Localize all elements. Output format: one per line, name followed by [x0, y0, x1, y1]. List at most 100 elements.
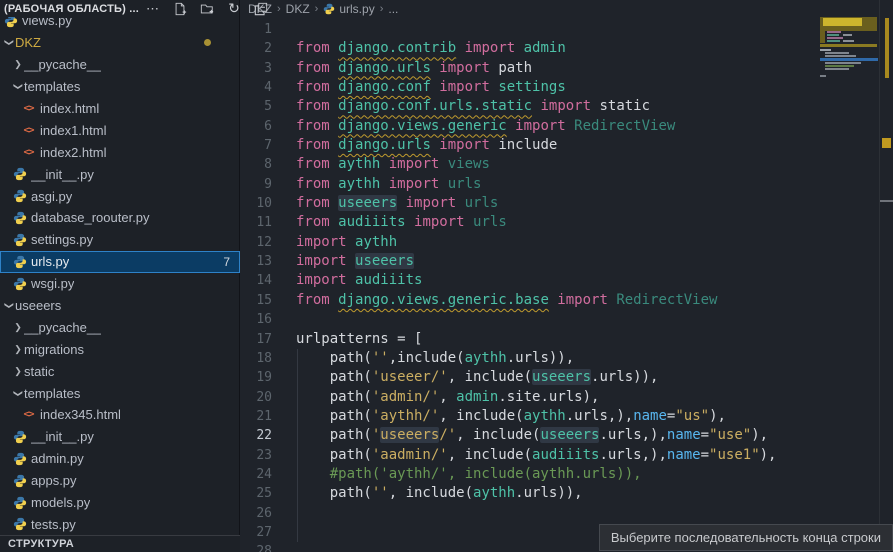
- tree-item-wsgi-py[interactable]: wsgi.py: [0, 273, 240, 295]
- minimap-bar: [820, 44, 877, 47]
- tree-item-label: settings.py: [31, 232, 93, 247]
- tree-item-tests-py[interactable]: tests.py: [0, 513, 240, 535]
- tree-item-settings-py[interactable]: settings.py: [0, 229, 240, 251]
- code-token: "us": [675, 408, 709, 424]
- tree-item-static[interactable]: ❯static: [0, 360, 240, 382]
- tree-item-asgi-py[interactable]: asgi.py: [0, 185, 240, 207]
- code-line-22[interactable]: 22 path('useeers/', include(useeers.urls…: [241, 426, 893, 445]
- python-icon: [12, 452, 27, 466]
- tree-item-migrations[interactable]: ❯migrations: [0, 338, 240, 360]
- code-token: path(: [296, 447, 372, 463]
- breadcrumb-item[interactable]: urls.py: [323, 2, 374, 16]
- tree-item-models-py[interactable]: models.py: [0, 492, 240, 514]
- code-line-7[interactable]: 7from django.urls import include: [241, 136, 893, 155]
- refresh-icon[interactable]: ↻: [226, 1, 242, 17]
- tooltip-text: Выберите последовательность конца строки: [611, 530, 881, 545]
- code-line-1[interactable]: 1: [241, 20, 893, 39]
- code-line-21[interactable]: 21 path('aythh/', include(aythh.urls,),n…: [241, 407, 893, 426]
- code-token: .urls)),: [515, 485, 582, 501]
- tree-item-admin-py[interactable]: admin.py: [0, 448, 240, 470]
- python-icon: [12, 255, 27, 269]
- tree-item-templates[interactable]: ❯templates: [0, 382, 240, 404]
- code-token: aythh: [338, 156, 380, 172]
- code-line-26[interactable]: 26: [241, 504, 893, 523]
- tree-item-urls-py[interactable]: urls.py7: [0, 251, 240, 273]
- code-area[interactable]: 12from django.contrib import admin3from …: [241, 20, 893, 552]
- line-number: 11: [241, 213, 272, 232]
- minimap[interactable]: [820, 17, 880, 97]
- tree-item--pycache-[interactable]: ❯__pycache__: [0, 54, 240, 76]
- code-line-14[interactable]: 14import audiiits: [241, 271, 893, 290]
- line-number: 18: [241, 349, 272, 368]
- code-token: ),: [751, 427, 768, 443]
- chevron-down-icon: ❯: [13, 81, 24, 93]
- code-token: static: [599, 98, 650, 114]
- code-line-25[interactable]: 25 path('', include(aythh.urls)),: [241, 484, 893, 503]
- outline-section-header[interactable]: СТРУКТУРА: [0, 535, 240, 552]
- code-token: aythh: [465, 350, 507, 366]
- code-line-23[interactable]: 23 path('aadmin/', include(audiiits.urls…: [241, 446, 893, 465]
- line-number: 22: [241, 426, 272, 445]
- code-token: =: [701, 427, 709, 443]
- breadcrumb-separator: ›: [315, 3, 319, 15]
- html-file-icon: <>: [21, 145, 36, 159]
- tree-item-index2-html[interactable]: <>index2.html: [0, 141, 240, 163]
- code-line-9[interactable]: 9from aythh import urls: [241, 175, 893, 194]
- code-line-2[interactable]: 2from django.contrib import admin: [241, 39, 893, 58]
- tree-item-templates[interactable]: ❯templates: [0, 76, 240, 98]
- code-line-5[interactable]: 5from django.conf.urls.static import sta…: [241, 97, 893, 116]
- ruler-mark: [880, 200, 893, 202]
- tree-item-index345-html[interactable]: <>index345.html: [0, 404, 240, 426]
- code-line-11[interactable]: 11from audiiits import urls: [241, 213, 893, 232]
- breadcrumb-item[interactable]: ...: [388, 2, 398, 16]
- code-token: .site.urls),: [498, 389, 599, 405]
- code-line-8[interactable]: 8from aythh import views: [241, 155, 893, 174]
- line-number: 19: [241, 368, 272, 387]
- explorer-actions: ⋯↻: [145, 1, 269, 17]
- editor-pane: DKZ›DKZ›urls.py›... 12from django.contri…: [241, 0, 893, 552]
- code-line-13[interactable]: 13import useeers: [241, 252, 893, 271]
- tree-item-database-roouter-py[interactable]: database_roouter.py: [0, 207, 240, 229]
- code-token: import: [380, 176, 447, 192]
- code-token: path: [498, 60, 532, 76]
- breadcrumb-item[interactable]: DKZ: [286, 2, 310, 16]
- tree-item-apps-py[interactable]: apps.py: [0, 470, 240, 492]
- tree-item--pycache-[interactable]: ❯__pycache__: [0, 316, 240, 338]
- code-line-16[interactable]: 16: [241, 310, 893, 329]
- tree-item-index-html[interactable]: <>index.html: [0, 98, 240, 120]
- collapse-all-icon[interactable]: [253, 1, 269, 17]
- code-line-24[interactable]: 24 #path('aythh/', include(aythh.urls)),: [241, 465, 893, 484]
- tree-item-useeers[interactable]: ❯useeers: [0, 295, 240, 317]
- code-line-12[interactable]: 12import aythh: [241, 233, 893, 252]
- code-token: 'aythh/': [372, 408, 439, 424]
- code-token: urls: [465, 195, 499, 211]
- code-line-4[interactable]: 4from django.conf import settings: [241, 78, 893, 97]
- more-icon[interactable]: ⋯: [145, 1, 161, 17]
- tree-item-label: asgi.py: [31, 189, 72, 204]
- overview-ruler-scrollbar[interactable]: [879, 0, 893, 552]
- tree-item-label: __init__.py: [31, 167, 94, 182]
- tree-item--init-py[interactable]: __init__.py: [0, 426, 240, 448]
- line-number: 24: [241, 465, 272, 484]
- tree-item--init-py[interactable]: __init__.py: [0, 163, 240, 185]
- modified-dot: [204, 39, 211, 46]
- code-line-19[interactable]: 19 path('useeer/', include(useeers.urls)…: [241, 368, 893, 387]
- code-line-3[interactable]: 3from django.urls import path: [241, 59, 893, 78]
- code-line-15[interactable]: 15from django.views.generic.base import …: [241, 291, 893, 310]
- tree-item-dkz[interactable]: ❯DKZ: [0, 32, 240, 54]
- new-file-icon[interactable]: [172, 1, 188, 17]
- breadcrumb-label: DKZ: [286, 2, 310, 16]
- code-token: path(: [296, 408, 372, 424]
- new-folder-icon[interactable]: [199, 1, 215, 17]
- code-line-17[interactable]: 17urlpatterns = [: [241, 330, 893, 349]
- code-token: "use1": [709, 447, 760, 463]
- code-line-10[interactable]: 10from useeers import urls: [241, 194, 893, 213]
- code-line-20[interactable]: 20 path('admin/', admin.site.urls),: [241, 388, 893, 407]
- code-line-18[interactable]: 18 path('',include(aythh.urls)),: [241, 349, 893, 368]
- explorer-section-header[interactable]: (РАБОЧАЯ ОБЛАСТЬ) ... ⋯↻: [0, 0, 239, 17]
- minimap-bar: [820, 49, 831, 51]
- code-line-6[interactable]: 6from django.views.generic import Redire…: [241, 117, 893, 136]
- line-number: 1: [241, 20, 272, 39]
- tree-item-label: apps.py: [31, 473, 77, 488]
- tree-item-index1-html[interactable]: <>index1.html: [0, 119, 240, 141]
